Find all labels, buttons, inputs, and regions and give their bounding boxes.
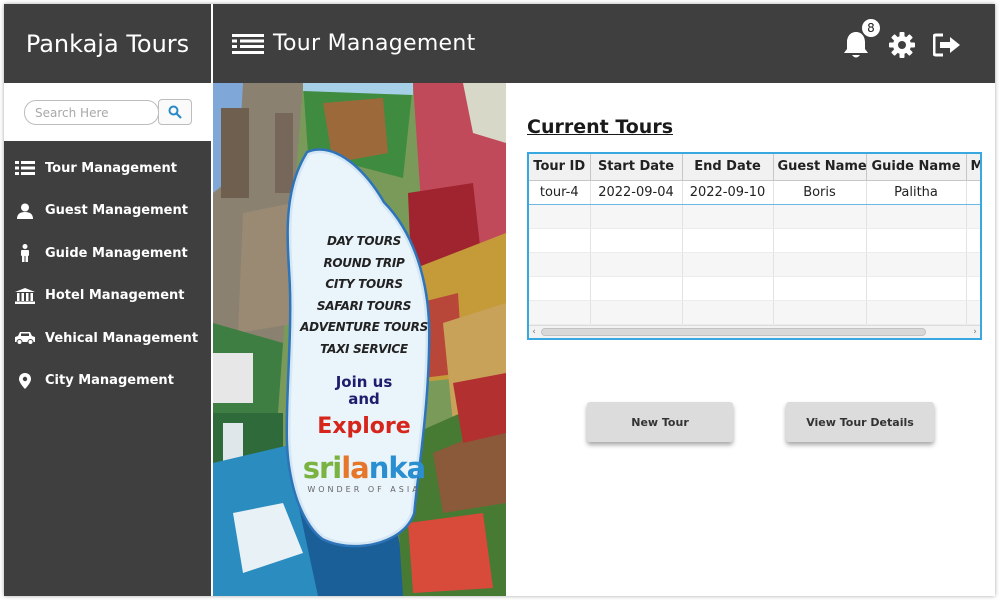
- banner-line: TAXI SERVICE: [320, 341, 408, 356]
- sidebar-item-hotel-management[interactable]: Hotel Management: [4, 275, 211, 318]
- table-cell: Palitha: [866, 179, 967, 205]
- bank-icon: [15, 287, 35, 304]
- table-header-row: Tour ID Start Date End Date Guest Name G…: [529, 154, 980, 181]
- column-header[interactable]: Start Date: [590, 154, 683, 181]
- user-icon: [17, 203, 33, 219]
- search-input[interactable]: [24, 100, 159, 125]
- top-bar: Pankaja Tours Tour Management 8: [4, 4, 995, 83]
- vertical-divider: [211, 4, 213, 596]
- sidebar-item-label: Vehical Management: [45, 330, 199, 346]
- sidebar-item-label: Guide Management: [45, 245, 188, 261]
- table-cell: tour-4: [529, 179, 591, 205]
- table-row: [529, 276, 980, 301]
- table-row: [529, 228, 980, 253]
- table-cell: 2022-09-04: [590, 179, 683, 205]
- header-actions: 8: [815, 4, 995, 83]
- banner-line: ROUND TRIP: [323, 255, 405, 270]
- tours-table[interactable]: Tour ID Start Date End Date Guest Name G…: [527, 152, 982, 340]
- sidebar-item-tour-management[interactable]: Tour Management: [4, 147, 211, 190]
- column-header[interactable]: Guide Name: [866, 154, 967, 181]
- notification-badge: 8: [861, 18, 881, 38]
- banner-line: SAFARI TOURS: [316, 298, 412, 313]
- chevron-right-icon[interactable]: ›: [970, 326, 980, 338]
- column-header[interactable]: Tour ID: [529, 154, 591, 181]
- table-cell: Boris: [773, 179, 867, 205]
- map-marker-icon: [19, 372, 31, 389]
- column-header[interactable]: End Date: [682, 154, 774, 181]
- page-title: Tour Management: [273, 31, 476, 56]
- sidebar-item-label: Tour Management: [45, 160, 177, 176]
- chevron-left-icon[interactable]: ‹: [529, 326, 539, 338]
- banner-explore: Explore: [317, 414, 411, 439]
- page-header: Tour Management: [232, 4, 476, 83]
- search-icon: [168, 105, 182, 119]
- table-row[interactable]: tour-4 2022-09-04 2022-09-10 Boris Palit…: [529, 179, 980, 205]
- logout-icon[interactable]: [933, 33, 961, 57]
- table-row: [529, 252, 980, 277]
- car-icon: [15, 332, 35, 346]
- banner-line: CITY TOURS: [325, 277, 403, 291]
- search-area: [4, 83, 211, 141]
- main-content: Current Tours Tour ID Start Date End Dat…: [506, 83, 995, 596]
- list-icon: [15, 161, 35, 176]
- sidebar-item-vehical-management[interactable]: Vehical Management: [4, 317, 211, 360]
- sidebar-item-city-management[interactable]: City Management: [4, 360, 211, 403]
- sidebar-nav: Tour Management Guest Management Guide M…: [4, 147, 211, 402]
- new-tour-button[interactable]: New Tour: [587, 402, 733, 442]
- banner-and: and: [348, 390, 380, 408]
- sidebar-item-label: Guest Management: [45, 203, 188, 219]
- sidebar: Tour Management Guest Management Guide M…: [4, 83, 211, 596]
- table-row: [529, 204, 980, 229]
- banner-line: DAY TOURS: [326, 234, 402, 248]
- table-row: [529, 300, 980, 325]
- horizontal-scrollbar[interactable]: ‹ ›: [529, 325, 980, 338]
- banner-srilanka-logo: srilanka: [302, 451, 427, 485]
- sidebar-item-label: City Management: [45, 373, 174, 389]
- sidebar-item-guest-management[interactable]: Guest Management: [4, 190, 211, 233]
- scrollbar-thumb[interactable]: [541, 328, 926, 336]
- banner-join: Join us: [335, 373, 393, 391]
- sidebar-item-label: Hotel Management: [45, 288, 185, 304]
- table-cell: [966, 179, 980, 205]
- gear-icon[interactable]: [889, 32, 915, 58]
- sidebar-item-guide-management[interactable]: Guide Management: [4, 232, 211, 275]
- list-icon: [232, 33, 264, 54]
- view-tour-details-button[interactable]: View Tour Details: [786, 402, 934, 442]
- section-title: Current Tours: [527, 116, 674, 138]
- banner-line: ADVENTURE TOURS: [300, 320, 428, 334]
- promo-banner: DAY TOURS ROUND TRIP CITY TOURS SAFARI T…: [213, 83, 506, 596]
- table-cell: 2022-09-10: [682, 179, 774, 205]
- banner-tagline: WONDER OF ASIA: [307, 485, 421, 494]
- person-icon: [21, 244, 29, 263]
- column-header[interactable]: M: [966, 154, 980, 181]
- column-header[interactable]: Guest Name: [773, 154, 867, 181]
- app-window: Pankaja Tours Tour Management 8 Search H…: [4, 4, 995, 596]
- search-button[interactable]: [158, 99, 192, 125]
- banner-text: DAY TOURS ROUND TRIP CITY TOURS SAFARI T…: [299, 231, 429, 494]
- app-brand: Pankaja Tours: [25, 29, 190, 58]
